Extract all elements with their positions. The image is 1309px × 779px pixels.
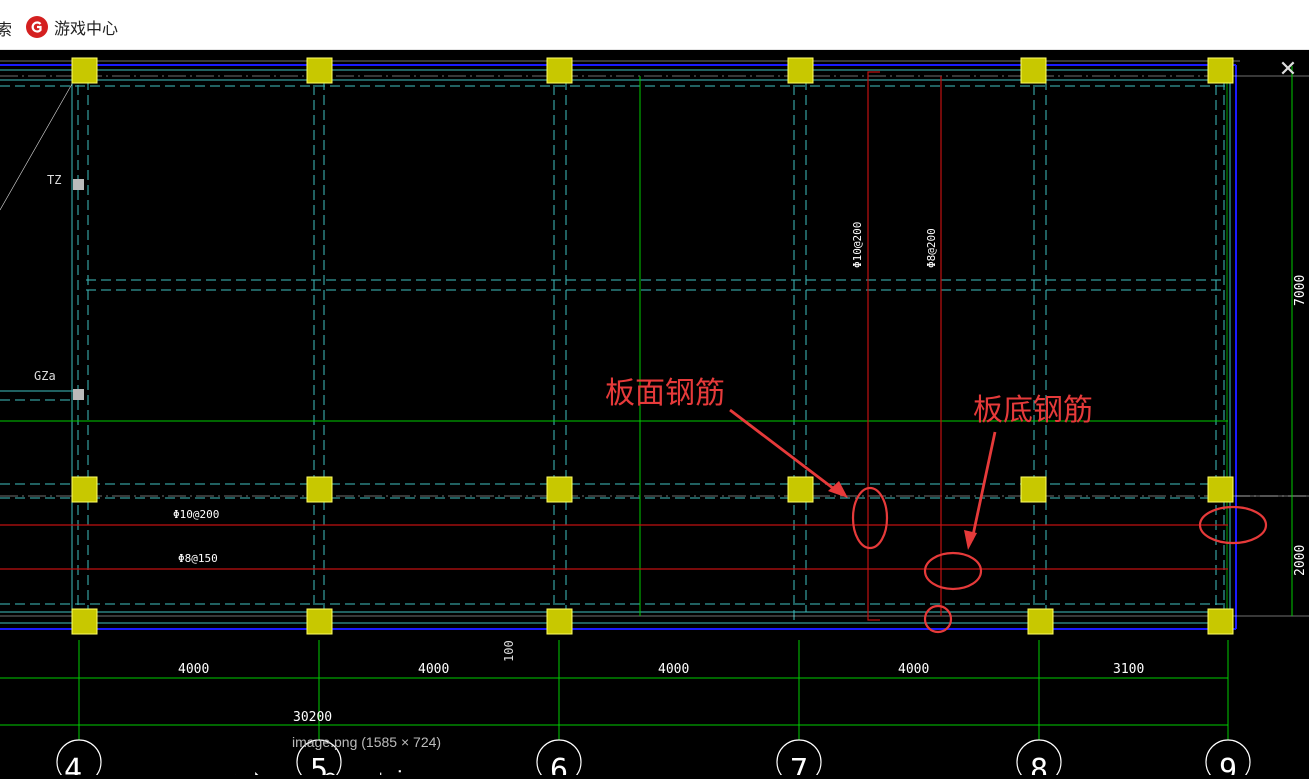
viewer-toolbar-glyphs: · ▲ ⏵ ◂ ▸ ⟳ ↺ ⤓ ⋮ bbox=[205, 767, 402, 779]
tz-marker bbox=[73, 179, 84, 190]
cad-drawing-viewer[interactable]: TZ GZa Φ10@200 Φ8@150 Φ10@200 Φ8@200 100… bbox=[0, 50, 1309, 779]
annotation-arrow-top bbox=[729, 408, 839, 494]
tz-label: TZ bbox=[47, 173, 61, 187]
dim-span-1: 4000 bbox=[178, 662, 209, 677]
browser-bookmarks-bar: 索 游戏中心 bbox=[0, 0, 1309, 50]
dim-right-upper: 7000 bbox=[1293, 275, 1308, 306]
annotation-top-rebar-label: 板面钢筋 bbox=[605, 376, 725, 411]
axis-label-7: 7 bbox=[790, 753, 808, 775]
svg-text:· ▲ ⏵ ◂ ▸ ⟳ ↺ ⤓ ⋮: · ▲ ⏵ ◂ ▸ ⟳ ↺ ⤓ ⋮ bbox=[205, 767, 402, 775]
axis-label-9: 9 bbox=[1219, 753, 1237, 775]
annotation-arrow-bottom bbox=[970, 431, 997, 541]
dim-100-label: 100 bbox=[502, 640, 516, 662]
axis-label-4: 4 bbox=[64, 753, 82, 775]
rebar-bot-horiz-label: Φ8@150 bbox=[178, 552, 218, 565]
partial-search-label[interactable]: 索 bbox=[0, 16, 12, 40]
rebar-bot-vert-label: Φ8@200 bbox=[925, 228, 938, 268]
dim-span-5: 3100 bbox=[1113, 662, 1144, 677]
bookmark-game-center[interactable]: 游戏中心 bbox=[26, 15, 118, 39]
columns bbox=[71, 57, 1234, 635]
dim-total: 30200 bbox=[293, 710, 332, 725]
annotation-bottom-rebar-label: 板底钢筋 bbox=[973, 393, 1093, 428]
dim-right-lower: 2000 bbox=[1293, 545, 1308, 576]
bookmark-label: 游戏中心 bbox=[54, 19, 119, 38]
cad-drawing: TZ GZa Φ10@200 Φ8@150 Φ10@200 Φ8@200 100… bbox=[0, 57, 1309, 779]
outer-frame bbox=[0, 60, 1240, 630]
gza-marker bbox=[73, 389, 84, 400]
annotation-markup bbox=[729, 408, 1268, 634]
rebar-top-horiz-label: Φ10@200 bbox=[173, 508, 219, 521]
dim-span-3: 4000 bbox=[658, 662, 689, 677]
rebar-top-vert-label: Φ10@200 bbox=[851, 222, 864, 268]
gza-label: GZa bbox=[34, 369, 56, 383]
annotation-arrowhead-bottom bbox=[964, 530, 977, 550]
axis-label-6: 6 bbox=[550, 753, 568, 775]
image-caption: image.png (1585 × 724) bbox=[292, 734, 442, 750]
axis-label-8: 8 bbox=[1030, 753, 1048, 775]
rebar-lines bbox=[0, 71, 1228, 621]
center-lines bbox=[0, 75, 1309, 617]
game-center-logo-icon bbox=[26, 16, 48, 38]
dim-span-4: 4000 bbox=[898, 662, 929, 677]
dim-span-2: 4000 bbox=[418, 662, 449, 677]
dimension-labels: 4000 4000 4000 4000 3100 30200 7000 2000 bbox=[178, 275, 1308, 725]
beams bbox=[0, 70, 1230, 625]
annotation-ellipse-bottom-rebar bbox=[923, 551, 983, 591]
viewer-close-icon[interactable]: ✕ bbox=[1276, 58, 1300, 82]
annotation-ellipse-top-rebar bbox=[851, 486, 889, 550]
